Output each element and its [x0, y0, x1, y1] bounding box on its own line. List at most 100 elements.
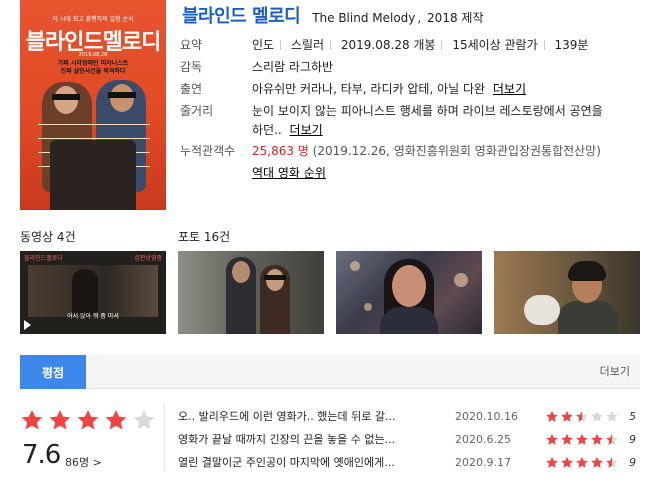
movie-title-en: The Blind Melody, 2018 제작: [312, 11, 484, 25]
poster-rope: [38, 124, 150, 125]
photo-thumbnail-3[interactable]: [494, 251, 640, 334]
review-row[interactable]: 영화가 끝날 때까지 긴장의 끈을 놓을 수 없는... 2020.6.25 9: [178, 428, 640, 451]
star-icon: [605, 456, 619, 469]
photo-cat: [524, 295, 560, 325]
info-label: 출연: [180, 82, 203, 96]
review-score: 9: [629, 433, 636, 446]
info-row-story: 줄거리 눈이 보이지 않는 피아니스트 행세를 하며 라이브 레스토랑에서 공연…: [180, 100, 650, 140]
star-icon: [575, 456, 589, 469]
review-stars: [545, 433, 619, 446]
review-stars: [545, 456, 619, 469]
star-icon: [605, 410, 619, 423]
photo-face: [392, 265, 426, 307]
star-icon: [545, 456, 559, 469]
review-date: 2020.10.16: [455, 410, 518, 423]
poster-piano: [50, 140, 136, 210]
poster-rope: [38, 138, 150, 139]
info-label: 누적관객수: [180, 144, 236, 158]
star-icon: [590, 410, 604, 423]
genre-country: 인도: [252, 38, 275, 52]
video-subtitle: 어서 앉아 뭐 좀 마셔: [67, 313, 119, 320]
poster-tagline: 이 시대 최고 흥행작의 일정 순서: [52, 16, 134, 23]
divider: [164, 405, 165, 471]
runtime: 139분: [554, 38, 589, 52]
poster-face: [54, 86, 78, 114]
star-icon: [560, 433, 574, 446]
rating-score: 7.6: [22, 440, 61, 470]
review-text[interactable]: 오.. 발리우드에 이런 영화가.. 했는데 뒤로 갈...: [178, 405, 440, 428]
star-icon: [545, 433, 559, 446]
review-score: 9: [629, 456, 636, 469]
story-text: 눈이 보이지 않는 피아니스트 행세를 하며 라이브 레스토랑에서 공연을 하던…: [252, 104, 603, 137]
review-score: 5: [629, 410, 636, 423]
poster-blindfold: [108, 92, 136, 98]
star-icon: [575, 410, 589, 423]
review-row[interactable]: 오.. 발리우드에 이런 영화가.. 했는데 뒤로 갈... 2020.10.1…: [178, 405, 640, 428]
info-row-director: 감독 스리람 라그하반: [180, 56, 650, 78]
star-icon: [20, 408, 44, 432]
photo-face: [232, 261, 250, 283]
star-icon: [104, 408, 128, 432]
rating-votes-link[interactable]: 86명 >: [65, 454, 102, 470]
director-link[interactable]: 스리람 라그하반: [252, 56, 650, 78]
star-icon: [575, 433, 589, 446]
play-icon[interactable]: [24, 320, 31, 330]
review-date: 2020.9.17: [455, 456, 511, 469]
movie-title-ko[interactable]: 블라인드 멜로디: [182, 2, 301, 28]
star-icon: [545, 410, 559, 423]
video-top-captions: 블라인드멜로디 심판상영중: [24, 255, 162, 262]
photo-body: [558, 301, 618, 334]
movie-title-row: 블라인드 멜로디 The Blind Melody, 2018 제작: [182, 2, 484, 27]
audience-number: 25,863 명: [252, 144, 309, 158]
photo-body: [380, 307, 438, 334]
audience-count: 25,863 명 (2019.12.26, 영화진흥위원회 영화관입장권통합전산…: [252, 140, 650, 184]
age-rating: 15세이상 관람가: [452, 38, 538, 52]
video-section-label[interactable]: 동영상 4건: [20, 228, 76, 245]
photo-thumbnail-1[interactable]: [178, 251, 324, 334]
video-figure: [72, 269, 98, 315]
cast-names[interactable]: 아유쉬만 커라나, 타부, 라디카 압테, 아닐 다완: [252, 82, 485, 96]
video-thumbnail[interactable]: 블라인드멜로디 심판상영중 어서 앉아 뭐 좀 마셔: [20, 251, 166, 334]
photo-blindfold: [264, 275, 286, 280]
star-icon: [76, 408, 100, 432]
star-icon: [590, 433, 604, 446]
info-label: 줄거리: [180, 104, 214, 118]
poster-face: [110, 84, 134, 112]
review-list: 오.. 발리우드에 이런 영화가.. 했는데 뒤로 갈... 2020.10.1…: [178, 405, 640, 474]
info-summary: 인도 스릴러 2019.08.28 개봉 15세이상 관람가 139분: [252, 34, 650, 56]
story-more-link[interactable]: 더보기: [290, 123, 323, 137]
audience-source: (2019.12.26, 영화진흥위원회 영화관입장권통합전산망): [312, 144, 601, 158]
release-date: 2019.08.28 개봉: [340, 38, 436, 52]
star-icon: [48, 408, 72, 432]
info-row-summary: 요약 인도 스릴러 2019.08.28 개봉 15세이상 관람가 139분: [180, 34, 650, 56]
info-row-cast: 출연 아유쉬만 커라나, 타부, 라디카 압테, 아닐 다완 더보기: [180, 78, 650, 100]
tab-rating[interactable]: 평점: [20, 355, 86, 389]
rating-tab-bar: 평점 더보기: [20, 355, 640, 389]
info-label: 감독: [180, 60, 203, 74]
star-icon: [560, 410, 574, 423]
review-text[interactable]: 열린 결말이군 주인공이 마지막에 옛애인에게...: [178, 451, 440, 474]
review-date: 2020.6.25: [455, 433, 511, 446]
ranking-link[interactable]: 역대 영화 순위: [252, 166, 326, 180]
star-icon: [590, 456, 604, 469]
photo-section-label[interactable]: 포토 16건: [178, 228, 230, 245]
photo-hair: [568, 261, 606, 281]
photo-thumbnail-2[interactable]: [336, 251, 482, 334]
star-icon: [132, 408, 156, 432]
review-row[interactable]: 열린 결말이군 주인공이 마지막에 옛애인에게... 2020.9.17 9: [178, 451, 640, 474]
review-text[interactable]: 영화가 끝날 때까지 긴장의 끈을 놓을 수 없는...: [178, 428, 440, 451]
rating-stars: [20, 408, 156, 432]
star-icon: [605, 433, 619, 446]
rating-more-link[interactable]: 더보기: [600, 355, 630, 389]
photo-face: [266, 269, 284, 291]
info-row-audience: 누적관객수 25,863 명 (2019.12.26, 영화진흥위원회 영화관입…: [180, 140, 650, 184]
cast-more-link[interactable]: 더보기: [493, 82, 526, 96]
movie-poster[interactable]: 이 시대 최고 흥행작의 일정 순서 블라인드멜로디 2019.08.28 가짜…: [20, 0, 166, 210]
info-label: 요약: [180, 38, 203, 52]
cast-list: 아유쉬만 커라나, 타부, 라디카 압테, 아닐 다완 더보기: [252, 78, 650, 100]
genre: 스릴러: [290, 38, 325, 52]
poster-blindfold: [52, 94, 80, 100]
star-icon: [560, 456, 574, 469]
review-stars: [545, 410, 619, 423]
poster-subtitle: 가짜 시각장애인 피아니스트 진짜 살인사건을 목격하다: [57, 60, 129, 75]
